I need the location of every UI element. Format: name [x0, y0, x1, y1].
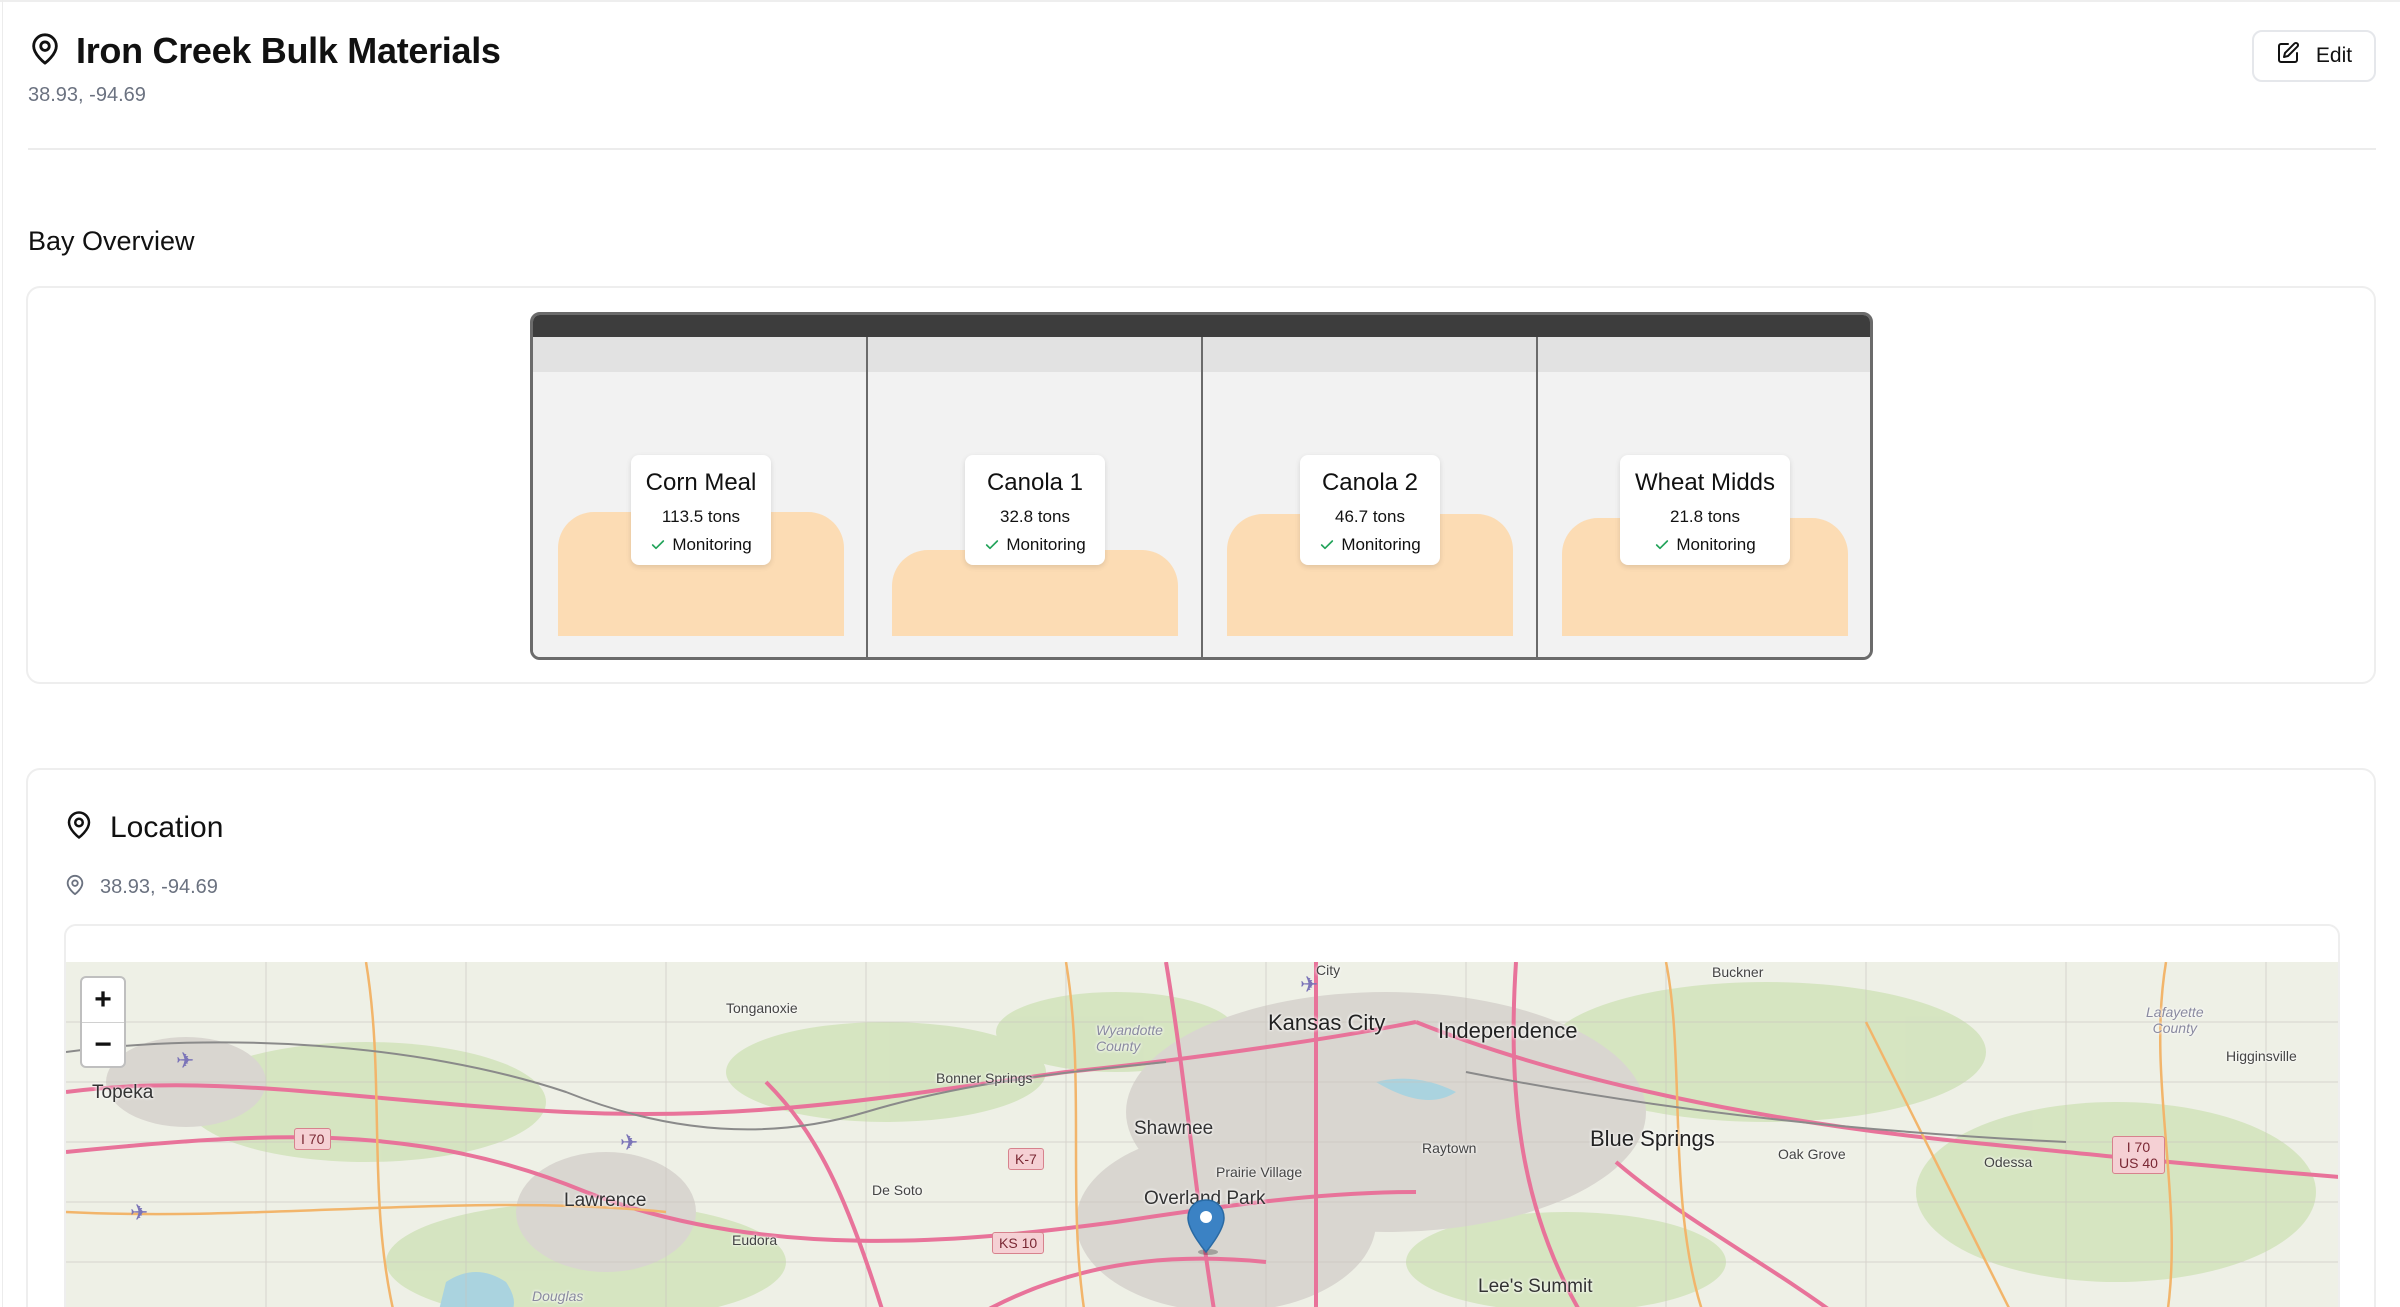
map-marker-icon[interactable]	[1186, 1198, 1226, 1256]
bay-name: Canola 2	[1321, 469, 1419, 496]
highway-shield-i70-us40: I 70 US 40	[2112, 1136, 2165, 1174]
bay-canola-2[interactable]: Canola 2 46.7 tons Monitoring	[1201, 337, 1536, 657]
location-coordinates: 38.93, -94.69	[100, 876, 218, 898]
map-pin-icon	[64, 874, 86, 901]
bay-status-label: Monitoring	[672, 535, 752, 554]
map-label-douglas: Douglas	[532, 1288, 584, 1304]
map-label-topeka: Topeka	[92, 1082, 154, 1103]
map-label-shawnee: Shawnee	[1134, 1118, 1214, 1139]
bay-label-card: Wheat Midds 21.8 tons Monitoring	[1620, 455, 1790, 565]
bay-status: Monitoring	[1312, 535, 1428, 555]
bay-label-card: Canola 2 46.7 tons Monitoring	[1300, 455, 1440, 565]
map-zoom-control: + −	[80, 976, 126, 1068]
check-icon	[652, 540, 665, 550]
map-label-independence: Independence	[1438, 1018, 1578, 1043]
bay-corn-meal[interactable]: Corn Meal 113.5 tons Monitoring	[533, 337, 866, 657]
check-icon	[1656, 540, 1669, 550]
airport-icon: ✈	[130, 1200, 149, 1225]
location-title: Location	[110, 810, 224, 844]
bay-amount: 21.8 tons	[1670, 507, 1740, 526]
page: Iron Creek Bulk Materials 38.93, -94.69 …	[0, 0, 2400, 1307]
bay-status-label: Monitoring	[1006, 535, 1086, 554]
title-row: Iron Creek Bulk Materials	[28, 30, 501, 72]
bay-label-card: Canola 1 32.8 tons Monitoring	[965, 455, 1105, 565]
map-label-buckner: Buckner	[1712, 964, 1764, 980]
bay-cap	[868, 337, 1201, 372]
zoom-out-button[interactable]: −	[82, 1022, 124, 1066]
check-icon	[1321, 540, 1334, 550]
bay-roof	[533, 315, 1870, 337]
map-label-prairie-village: Prairie Village	[1216, 1164, 1303, 1180]
bay-cap	[533, 337, 866, 372]
page-title: Iron Creek Bulk Materials	[76, 30, 501, 71]
bay-amount: 113.5 tons	[661, 507, 741, 526]
bay-wheat-midds[interactable]: Wheat Midds 21.8 tons Monitoring	[1536, 337, 1870, 657]
location-coordinates-row: 38.93, -94.69	[64, 874, 218, 901]
check-icon	[986, 540, 999, 550]
bay-status-label: Monitoring	[1341, 535, 1421, 554]
airport-icon: ✈	[176, 1048, 195, 1073]
map-label-tonganoxie: Tonganoxie	[726, 1000, 798, 1016]
edit-button-label: Edit	[2315, 44, 2353, 67]
bay-overview-title: Bay Overview	[28, 226, 195, 256]
highway-shield-k7: K-7	[1008, 1148, 1044, 1170]
bay-frame: Corn Meal 113.5 tons Monitoring Canola 1…	[530, 312, 1873, 660]
bay-status-label: Monitoring	[1676, 535, 1756, 554]
map-label-higginsville: Higginsville	[2226, 1048, 2297, 1064]
map-label-lafayette-county: Lafayette County	[2146, 1004, 2204, 1036]
map-pin-icon	[28, 32, 62, 71]
map-label-kansas-city: Kansas City	[1268, 1010, 1386, 1035]
bay-label-card: Corn Meal 113.5 tons Monitoring	[631, 455, 771, 565]
location-title-row: Location	[64, 810, 223, 845]
map-label-eudora: Eudora	[732, 1232, 778, 1248]
map-label-oak-grove: Oak Grove	[1778, 1146, 1846, 1162]
bay-cap	[1538, 337, 1870, 372]
highway-shield-i70: I 70	[294, 1128, 332, 1150]
bay-name: Corn Meal	[645, 469, 757, 496]
map[interactable]: + − ✈ ✈ ✈ ✈ Topeka Tonganoxie Wyandotte …	[66, 962, 2338, 1307]
bay-status: Monitoring	[977, 535, 1093, 555]
bay-status: Monitoring	[1632, 535, 1778, 555]
map-label-wyandotte-county: Wyandotte County	[1096, 1022, 1163, 1054]
bay-status: Monitoring	[643, 535, 759, 555]
bay-amount: 32.8 tons	[1000, 507, 1070, 526]
edit-icon	[2276, 41, 2300, 71]
bay-name: Canola 1	[986, 469, 1084, 496]
map-label-de-soto: De Soto	[872, 1182, 923, 1198]
edit-button[interactable]: Edit	[2252, 30, 2376, 82]
zoom-in-button[interactable]: +	[82, 978, 124, 1022]
map-label-lawrence: Lawrence	[564, 1190, 647, 1211]
page-header: Iron Creek Bulk Materials 38.93, -94.69 …	[28, 30, 2376, 150]
bay-name: Wheat Midds	[1634, 469, 1776, 496]
map-label-blue-springs: Blue Springs	[1590, 1126, 1715, 1151]
bay-cap	[1203, 337, 1536, 372]
map-label-lees-summit: Lee's Summit	[1478, 1276, 1593, 1297]
left-border	[2, 0, 3, 1307]
map-label-bonner-springs: Bonner Springs	[936, 1070, 1033, 1086]
header-coordinates: 38.93, -94.69	[28, 84, 146, 106]
airport-icon: ✈	[620, 1130, 639, 1155]
map-label-odessa: Odessa	[1984, 1154, 2033, 1170]
map-label-city: City	[1316, 962, 1341, 978]
highway-shield-ks10: KS 10	[992, 1232, 1045, 1254]
map-label-raytown: Raytown	[1422, 1140, 1477, 1156]
bay-canola-1[interactable]: Canola 1 32.8 tons Monitoring	[866, 337, 1201, 657]
map-pin-icon	[64, 810, 94, 845]
top-border	[0, 0, 2400, 4]
map-container: + − ✈ ✈ ✈ ✈ Topeka Tonganoxie Wyandotte …	[64, 924, 2340, 1307]
bay-amount: 46.7 tons	[1335, 507, 1405, 526]
